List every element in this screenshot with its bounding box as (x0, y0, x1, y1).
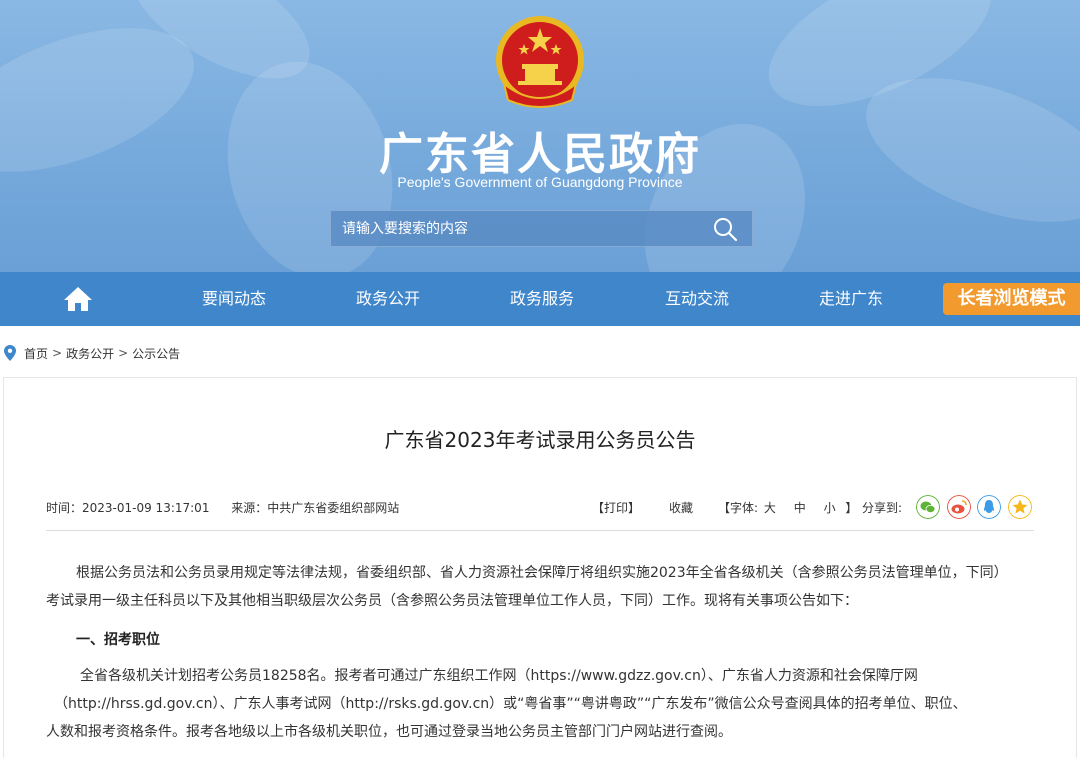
article-paragraph: 根据公务员法和公务员录用规定等法律法规，省委组织部、省人力资源社会保障厅将组织实… (46, 559, 1036, 615)
print-button[interactable]: 【打印】 (592, 499, 640, 516)
font-size-medium[interactable]: 中 (794, 501, 806, 515)
site-subtitle: People's Government of Guangdong Provinc… (397, 174, 683, 190)
site-title: 广东省人民政府 (379, 129, 701, 180)
location-pin-icon (4, 345, 16, 361)
qzone-icon[interactable] (1008, 495, 1032, 519)
font-size-close: 】 (845, 501, 858, 515)
breadcrumb-separator: > (52, 346, 63, 360)
nav-item-about-guangdong[interactable]: 走进广东 (791, 272, 911, 326)
publish-time: 时间：2023-01-09 13:17:01 (46, 501, 210, 515)
wechat-icon[interactable] (916, 495, 940, 519)
paragraph-line: 全省各级机关计划招考公务员18258名。报考者可通过广东组织工作网（https:… (80, 668, 918, 684)
nav-item-government-affairs[interactable]: 政务公开 (328, 272, 448, 326)
article-paragraph: 全省各级机关计划招考公务员18258名。报考者可通过广东组织工作网（https:… (46, 662, 1036, 746)
breadcrumb-government-affairs[interactable]: 政务公开 (66, 345, 114, 362)
home-icon[interactable] (62, 285, 94, 313)
header-banner: 广东省人民政府 People's Government of Guangdong… (0, 0, 1080, 272)
section-heading: 一、招考职位 (76, 632, 160, 648)
breadcrumb-announcements[interactable]: 公示公告 (132, 345, 180, 362)
breadcrumb-home[interactable]: 首页 (24, 345, 48, 362)
nav-item-news[interactable]: 要闻动态 (174, 272, 294, 326)
qq-icon[interactable] (977, 495, 1001, 519)
article-meta: 时间：2023-01-09 13:17:01 来源：中共广东省委组织部网站 (46, 499, 399, 516)
paragraph-line: 根据公务员法和公务员录用规定等法律法规，省委组织部、省人力资源社会保障厅将组织实… (76, 565, 1008, 581)
nav-item-government-services[interactable]: 政务服务 (482, 272, 602, 326)
paragraph-line: 人数和报考资格条件。报考各地级以上市各级机关职位，也可通过登录当地公务员主管部门… (46, 724, 732, 740)
breadcrumb-separator: > (118, 346, 129, 360)
national-emblem-icon (496, 16, 584, 108)
article-title: 广东省2023年考试录用公务员公告 (384, 428, 696, 452)
font-size-large[interactable]: 大 (764, 501, 776, 515)
breadcrumb: 首页 > 政务公开 > 公示公告 (4, 343, 180, 363)
meta-divider (46, 530, 1034, 531)
weibo-icon[interactable] (947, 495, 971, 519)
paragraph-line: （http://hrss.gd.gov.cn）、广东人事考试网（http://r… (54, 696, 967, 712)
elder-mode-button[interactable]: 长者浏览模式 (943, 283, 1080, 315)
article-source: 来源：中共广东省委组织部网站 (231, 501, 400, 515)
font-size-label: 【字体: (718, 501, 759, 515)
font-size-controls: 【字体: 大 中 小 】 (718, 499, 857, 516)
search-icon[interactable] (711, 216, 741, 242)
paragraph-line: 考试录用一级主任科员以下及其他相当职级层次公务员（含参照公务员法管理单位工作人员… (46, 593, 858, 609)
search-input[interactable] (331, 211, 701, 246)
share-label: 分享到: (862, 501, 903, 515)
main-nav: 要闻动态 政务公开 政务服务 互动交流 走进广东 (0, 272, 1080, 326)
favorite-button[interactable]: 收藏 (669, 499, 693, 516)
search-bar (330, 210, 753, 247)
nav-item-interaction[interactable]: 互动交流 (637, 272, 757, 326)
font-size-small[interactable]: 小 (824, 501, 836, 515)
